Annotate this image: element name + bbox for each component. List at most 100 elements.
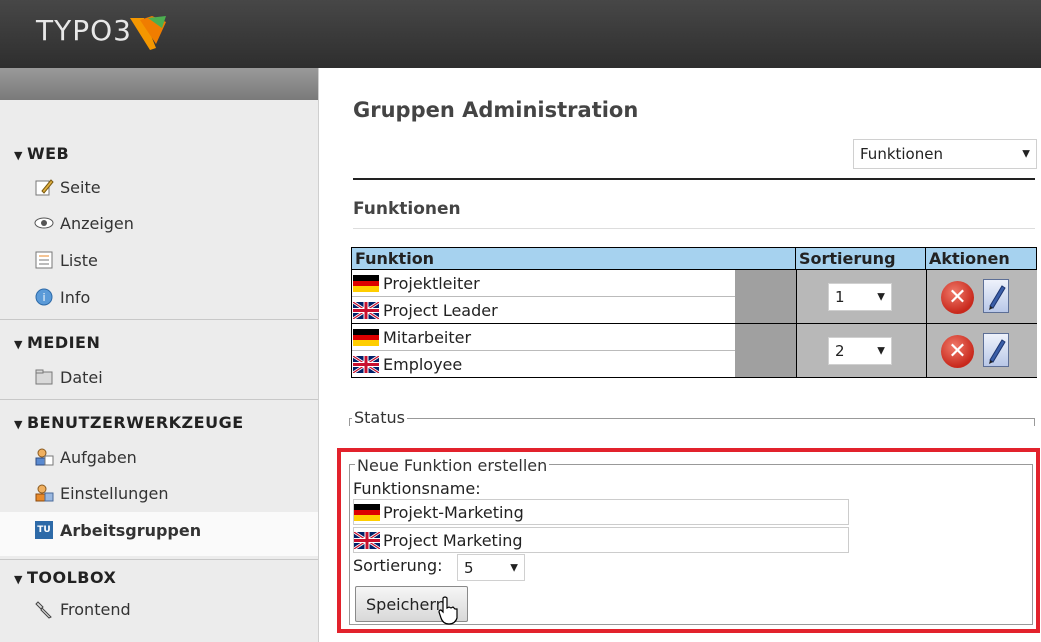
sidebar-item-aufgaben[interactable]: Aufgaben	[34, 444, 137, 470]
group-label: WEB	[26, 144, 70, 163]
german-flag-icon	[353, 328, 379, 346]
sidebar-item-info[interactable]: i Info	[34, 284, 90, 310]
collapse-triangle-icon: ▼	[14, 418, 23, 431]
hand-cursor-icon	[438, 596, 458, 625]
sidebar-divider	[0, 319, 318, 320]
edit-icon[interactable]	[983, 333, 1009, 367]
delete-icon[interactable]: ✕	[941, 281, 974, 314]
function-name-de[interactable]: Mitarbeiter	[353, 325, 471, 349]
column-header-aktionen: Aktionen	[925, 247, 1037, 270]
sort-select[interactable]: 1 ▼	[828, 283, 892, 311]
svg-text:i: i	[42, 291, 45, 304]
sort-select-value: 2	[835, 342, 845, 360]
chevron-down-icon: ▼	[1022, 148, 1030, 160]
sidebar-item-label: Frontend	[60, 599, 131, 619]
sort-select-value: 1	[835, 288, 845, 306]
list-icon	[34, 250, 54, 270]
sidebar-item-liste[interactable]: Liste	[34, 247, 98, 273]
function-name-de-input[interactable]: Projekt-Marketing	[353, 499, 849, 525]
sidebar-item-einstellungen[interactable]: Einstellungen	[34, 480, 168, 506]
sidebar-group-medien[interactable]: ▼ MEDIEN	[14, 333, 100, 352]
spacer-cell	[735, 324, 796, 377]
group-label: BENUTZERWERKZEUGE	[26, 413, 244, 432]
group-label: MEDIEN	[26, 333, 101, 352]
column-header-funktion: Funktion	[351, 247, 796, 270]
sidebar-item-label: Info	[60, 287, 91, 307]
collapse-triangle-icon: ▼	[14, 338, 23, 351]
spacer-cell	[735, 270, 796, 323]
function-name-en[interactable]: Project Leader	[352, 298, 498, 322]
uk-flag-icon	[353, 530, 381, 550]
user-tasks-icon	[34, 447, 54, 467]
new-function-legend: Neue Funktion erstellen	[355, 456, 550, 475]
folder-icon	[34, 367, 54, 387]
input-value: Projekt-Marketing	[383, 502, 524, 522]
sidebar-item-label: Anzeigen	[60, 213, 134, 233]
input-value: Project Marketing	[383, 530, 523, 550]
column-header-sortierung: Sortierung	[795, 247, 926, 270]
table-row: Mitarbeiter Employee 2 ▼ ✕	[351, 323, 1037, 378]
name-en-text: Employee	[383, 354, 463, 374]
sort-select[interactable]: 2 ▼	[828, 337, 892, 365]
function-name-label: Funktionsname:	[353, 479, 481, 498]
uk-flag-icon	[352, 354, 380, 374]
sidebar-item-label: Aufgaben	[60, 447, 137, 467]
typo3-logo-icon	[130, 16, 166, 50]
page-edit-icon	[34, 177, 54, 197]
sidebar-item-anzeigen[interactable]: Anzeigen	[34, 210, 134, 236]
actions-cell: ✕	[926, 324, 1037, 377]
info-icon: i	[34, 287, 54, 307]
sidebar: ▼ WEB Seite Anzeigen Liste i Info ▼ MEDIEN…	[0, 68, 319, 642]
svg-text:TU: TU	[37, 525, 50, 535]
sidebar-item-frontend[interactable]: Frontend	[34, 596, 131, 622]
section-title: Funktionen	[353, 199, 461, 219]
table-row: Projektleiter Project Leader 1 ▼ ✕	[351, 269, 1037, 324]
chevron-down-icon: ▼	[877, 345, 885, 357]
sidebar-item-label: Datei	[60, 367, 103, 387]
function-name-de[interactable]: Projektleiter	[353, 271, 480, 295]
page-title: Gruppen Administration	[353, 98, 639, 122]
functions-table: Funktion Sortierung Aktionen Projektleit…	[351, 247, 1037, 380]
german-flag-icon	[354, 503, 380, 521]
name-de-text: Projektleiter	[383, 273, 480, 293]
actions-cell: ✕	[926, 270, 1037, 323]
chevron-down-icon: ▼	[877, 291, 885, 303]
group-label: TOOLBOX	[26, 568, 117, 587]
sidebar-group-web[interactable]: ▼ WEB	[14, 144, 69, 163]
sort-cell: 1 ▼	[796, 270, 927, 323]
function-name-cell: Mitarbeiter Employee	[352, 324, 735, 377]
german-flag-icon	[353, 274, 379, 292]
tu-logo-icon: TU	[34, 520, 54, 540]
status-legend: Status	[352, 408, 407, 427]
sidebar-group-benutzerwerkzeuge[interactable]: ▼ BENUTZERWERKZEUGE	[14, 413, 244, 432]
eye-icon	[34, 213, 54, 233]
row-divider	[352, 350, 735, 351]
sidebar-item-seite[interactable]: Seite	[34, 174, 101, 200]
sidebar-divider	[0, 399, 318, 400]
top-bar: TYPO3	[0, 0, 1041, 68]
function-name-cell: Projektleiter Project Leader	[352, 270, 735, 323]
sidebar-item-arbeitsgruppen[interactable]: TU Arbeitsgruppen	[34, 517, 201, 543]
sidebar-header	[0, 68, 318, 100]
edit-icon[interactable]	[983, 279, 1009, 313]
uk-flag-icon	[352, 300, 380, 320]
sort-label: Sortierung:	[353, 556, 443, 575]
name-de-text: Mitarbeiter	[383, 327, 472, 347]
main-content: Gruppen Administration Funktionen ▼ Funk…	[319, 68, 1041, 642]
chevron-down-icon: ▼	[510, 562, 518, 573]
function-name-en-input[interactable]: Project Marketing	[353, 527, 849, 553]
delete-icon[interactable]: ✕	[941, 335, 974, 368]
sidebar-item-label: Liste	[60, 250, 98, 270]
name-en-text: Project Leader	[383, 300, 498, 320]
sidebar-item-label: Seite	[60, 177, 101, 197]
view-select[interactable]: Funktionen ▼	[853, 139, 1037, 169]
new-sort-select[interactable]: 5 ▼	[457, 554, 525, 581]
function-name-en[interactable]: Employee	[352, 352, 463, 376]
sidebar-divider	[0, 559, 318, 560]
sort-select-value: 5	[464, 558, 474, 577]
collapse-triangle-icon: ▼	[14, 149, 23, 162]
sidebar-item-datei[interactable]: Datei	[34, 364, 103, 390]
sidebar-group-toolbox[interactable]: ▼ TOOLBOX	[14, 568, 116, 587]
section-rule	[353, 228, 1035, 229]
view-select-value: Funktionen	[860, 145, 943, 163]
